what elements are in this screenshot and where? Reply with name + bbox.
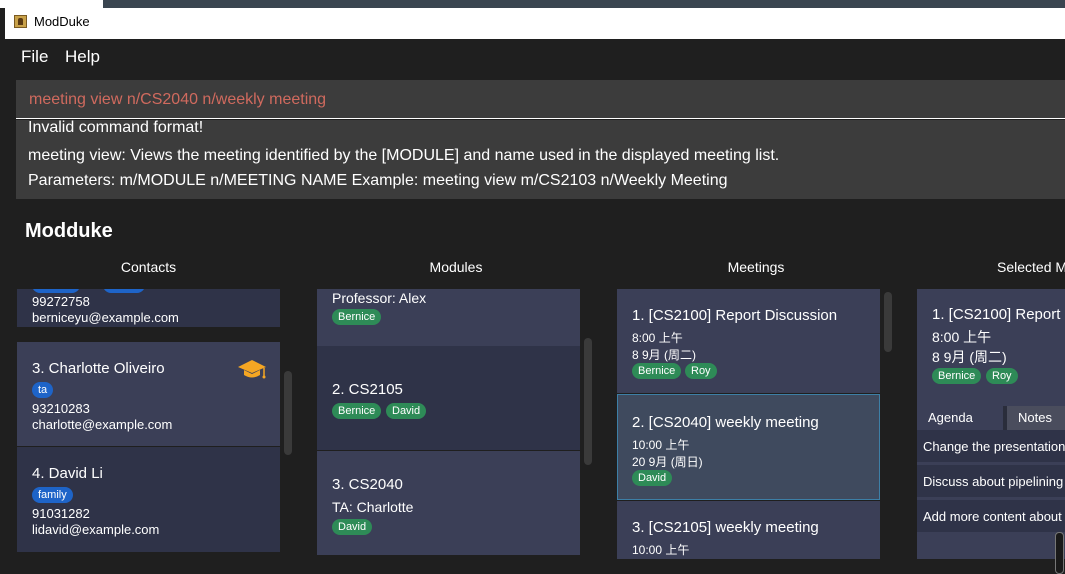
selected-meeting-name: 1. [CS2100] Report D [932,306,1065,323]
contact-name: 3. Charlotte Oliveiro [32,360,165,377]
window-title: ModDuke [34,14,90,29]
meetings-list[interactable]: 1. [CS2100] Report Discussion 8:00 上午 8 … [617,289,880,559]
agenda-item[interactable]: Discuss about pipelining [917,465,1065,497]
module-card[interactable]: 3. CS2040 TA: Charlotte David [317,451,580,555]
meeting-name: 2. [CS2040] weekly meeting [632,414,819,431]
contact-email: charlotte@example.com [32,417,173,432]
tag-chip: David [332,519,373,535]
tag-chip [32,289,80,293]
meetings-scrollbar[interactable] [884,292,892,352]
agenda-text: Add more content about [923,509,1062,524]
tab-notes[interactable]: Notes [1007,406,1065,430]
command-input[interactable]: meeting view n/CS2040 n/weekly meeting [29,91,326,109]
contact-phone: 99272758 [32,294,90,309]
agenda-item[interactable]: Add more content about [917,500,1065,532]
contact-name: 4. David Li [32,465,103,482]
selected-meeting-panel: 1. [CS2100] Report D 8:00 上午 8 9月 (周二) B… [917,289,1065,559]
meeting-time: 10:00 上午 [632,543,690,557]
tag-chip: Bernice [632,363,682,379]
contact-phone: 91031282 [32,506,90,521]
tab-agenda[interactable]: Agenda [917,406,1003,430]
result-line: meeting view: Views the meeting identifi… [28,147,780,164]
command-box[interactable]: meeting view n/CS2040 n/weekly meeting [16,80,1065,119]
tag-chip: Bernice [932,368,982,384]
meeting-time: 8:00 上午 [632,331,683,345]
meeting-card-selected[interactable]: 2. [CS2040] weekly meeting 10:00 上午 20 9… [617,394,880,500]
meeting-card[interactable]: 1. [CS2100] Report Discussion 8:00 上午 8 … [617,289,880,393]
app-title: Modduke [25,220,113,242]
tab-label: Agenda [928,410,973,425]
menu-help[interactable]: Help [65,47,100,67]
tag-chip: Bernice [332,403,382,419]
meeting-card[interactable]: 3. [CS2105] weekly meeting 10:00 上午 [617,501,880,559]
contact-card[interactable]: 99272758 berniceyu@example.com [17,289,280,327]
app-icon [14,15,27,28]
contacts-header: Contacts [120,259,177,275]
tag-chip: David [386,403,427,419]
selected-meeting-date: 8 9月 (周二) [932,349,1007,365]
contact-email: berniceyu@example.com [32,310,179,325]
window-titlebar[interactable]: ModDuke [5,8,1065,39]
module-info: TA: Charlotte [332,499,414,515]
meeting-date: 8 9月 (周二) [632,348,697,362]
modules-header: Modules [429,259,483,275]
meeting-name: 3. [CS2105] weekly meeting [632,519,819,536]
result-display: Invalid command format! meeting view: Vi… [16,120,1065,199]
module-card[interactable]: Professor: Alex Bernice [317,289,580,346]
meeting-time: 10:00 上午 [632,438,690,452]
tag-chip: family [32,487,73,503]
modules-list[interactable]: Professor: Alex Bernice 2. CS2105 Bernic… [317,289,580,559]
tag-chip: David [632,470,673,486]
module-name: 2. CS2105 [332,381,403,398]
contact-card[interactable]: 4. David Li family 91031282 lidavid@exam… [17,447,280,552]
desktop-wallpaper [103,0,1065,8]
tag-chip: Roy [986,368,1018,384]
tab-label: Notes [1018,410,1052,425]
contacts-list[interactable]: 99272758 berniceyu@example.com 3. Charlo… [17,289,280,559]
module-name: 3. CS2040 [332,476,403,493]
agenda-text: Change the presentation [923,439,1065,454]
tag-chip [103,289,145,293]
tag-chip: Bernice [332,309,382,325]
result-line: Parameters: m/MODULE n/MEETING NAME Exam… [28,172,728,189]
tag-chip: Roy [685,363,717,379]
agenda-text: Discuss about pipelining [923,474,1064,489]
module-card[interactable]: 2. CS2105 Bernice David [317,346,580,450]
modules-scrollbar[interactable] [584,338,592,465]
meeting-date: 20 9月 (周日) [632,455,703,469]
tag-chip: ta [32,382,54,398]
graduation-cap-icon [238,360,266,379]
menu-file[interactable]: File [21,47,48,67]
selected-meeting-time: 8:00 上午 [932,329,992,345]
result-line: Invalid command format! [28,120,204,136]
meeting-name: 1. [CS2100] Report Discussion [632,307,838,324]
meetings-header: Meetings [727,259,785,275]
agenda-scrollbar[interactable] [1055,532,1064,574]
contact-card[interactable]: 3. Charlotte Oliveiro ta 93210283 charlo… [17,342,280,446]
agenda-item[interactable]: Change the presentation [917,430,1065,462]
contact-phone: 93210283 [32,401,90,416]
contact-email: lidavid@example.com [32,522,160,537]
module-info: Professor: Alex [332,290,427,306]
selected-meeting-header: Selected M [997,259,1065,275]
contacts-scrollbar[interactable] [284,371,292,455]
